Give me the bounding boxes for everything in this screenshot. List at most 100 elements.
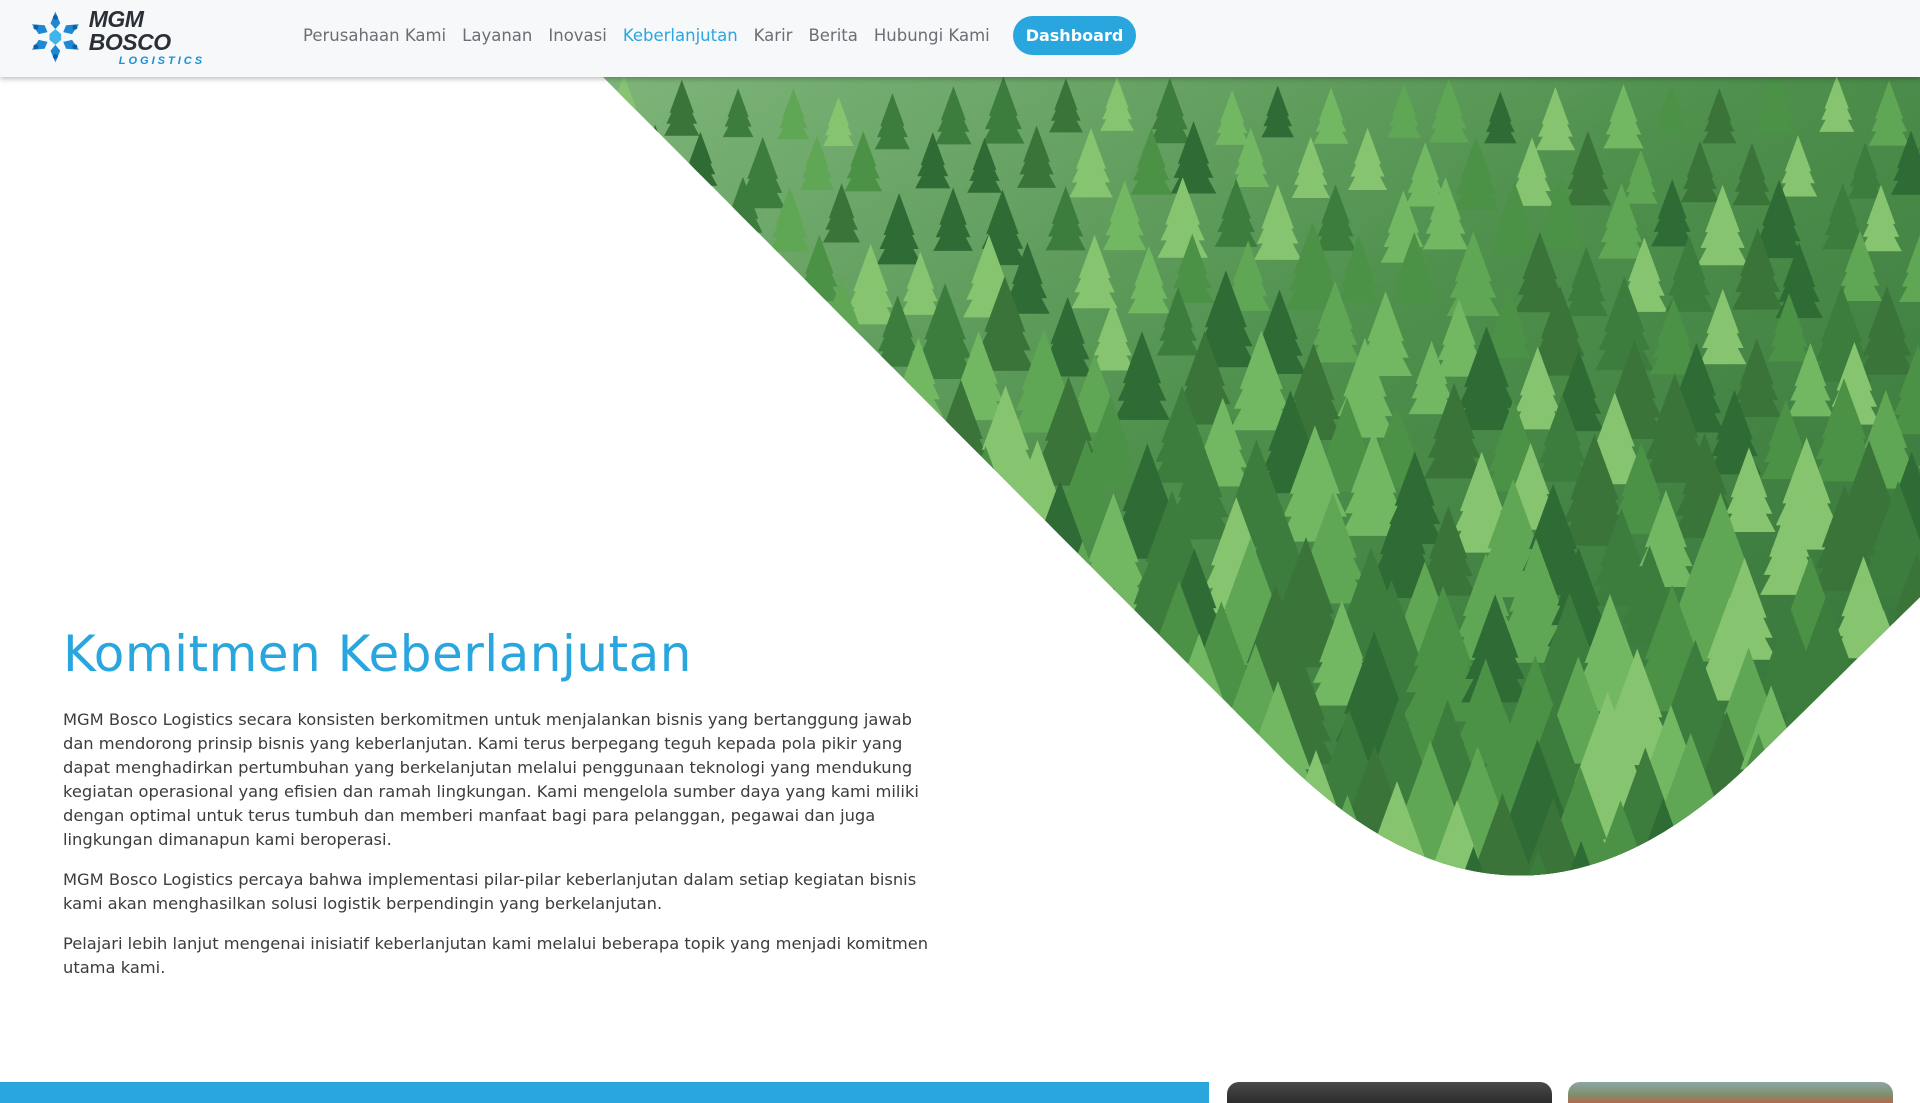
- tree-shape: [939, 752, 1015, 873]
- tree-shape: [617, 444, 676, 538]
- tree-shape: [683, 234, 734, 315]
- tree-shape: [1169, 768, 1248, 876]
- tree-shape: [603, 143, 606, 200]
- tree-shape: [1770, 757, 1854, 876]
- tree-shape: [1755, 857, 1851, 876]
- topic-card-image[interactable]: [1227, 1082, 1552, 1103]
- tree-shape: [1026, 687, 1123, 841]
- tree-shape: [1827, 749, 1908, 876]
- sustainability-intro: Komitmen Keberlanjutan MGM Bosco Logisti…: [63, 625, 943, 980]
- tree-shape: [1895, 789, 1920, 876]
- tree-shape: [649, 378, 717, 486]
- tree-shape: [782, 433, 851, 543]
- tree-shape: [1601, 866, 1685, 876]
- tree-shape: [717, 287, 768, 368]
- tree-shape: [541, 179, 587, 252]
- intro-paragraph-2: MGM Bosco Logistics percaya bahwa implem…: [63, 869, 917, 913]
- tree-shape: [612, 344, 674, 443]
- tree-shape: [1145, 843, 1246, 876]
- tree-shape: [1203, 848, 1311, 876]
- tree-shape: [834, 440, 909, 560]
- tree-shape: [1016, 804, 1109, 876]
- tree-shape: [1111, 645, 1196, 781]
- tree-shape: [1795, 802, 1892, 876]
- tree-shape: [1074, 789, 1169, 876]
- page-title: Komitmen Keberlanjutan: [63, 625, 692, 683]
- tree-shape: [809, 376, 878, 486]
- tree-shape: [966, 703, 1047, 831]
- nav-item-perusahaan-kami[interactable]: Perusahaan Kami: [303, 26, 446, 45]
- tree-shape: [1325, 840, 1428, 876]
- tree-shape: [1853, 846, 1920, 876]
- tree-shape: [693, 500, 758, 603]
- tree-shape: [1215, 757, 1294, 876]
- tree-shape: [1856, 701, 1920, 818]
- tree-shape: [1000, 558, 1065, 661]
- site-header: MGM BOSCO LOGISTICS Perusahaan Kami Laya…: [0, 0, 1920, 77]
- nav-item-keberlanjutan[interactable]: Keberlanjutan: [623, 26, 738, 45]
- tree-shape: [1000, 644, 1074, 762]
- tree-shape: [1058, 756, 1145, 876]
- tree-shape: [551, 77, 588, 134]
- tree-shape: [603, 339, 634, 436]
- tree-shape: [862, 481, 939, 602]
- brand-logo[interactable]: MGM BOSCO LOGISTICS: [28, 7, 228, 67]
- tree-shape: [526, 498, 595, 608]
- tree-shape: [1126, 700, 1209, 832]
- tree-shape: [603, 478, 658, 603]
- nav-item-inovasi[interactable]: Inovasi: [548, 26, 606, 45]
- tree-shape: [1266, 842, 1376, 876]
- main-nav: Perusahaan Kami Layanan Inovasi Keberlan…: [303, 0, 1006, 70]
- snowflake-logo-icon: [31, 11, 79, 63]
- tree-shape: [762, 400, 815, 483]
- tree-shape: [541, 290, 597, 379]
- tree-shape: [1086, 706, 1165, 830]
- tree-shape: [1060, 868, 1141, 876]
- tree-shape: [754, 285, 812, 376]
- tree-shape: [1057, 644, 1136, 769]
- tree-shape: [640, 492, 703, 591]
- tree-shape: [871, 398, 930, 492]
- tree-shape: [667, 187, 707, 250]
- tree-shape: [603, 242, 618, 310]
- tree-shape: [1022, 590, 1110, 729]
- dashboard-button[interactable]: Dashboard: [1013, 16, 1136, 55]
- tree-shape: [605, 292, 663, 383]
- tree-shape: [681, 440, 738, 530]
- tree-shape: [1649, 853, 1740, 876]
- tree-shape: [1236, 784, 1342, 876]
- tree-shape: [603, 444, 625, 548]
- tree-shape: [1877, 656, 1920, 779]
- tree-shape: [962, 820, 1041, 876]
- tree-shape: [1908, 696, 1920, 834]
- topic-card-image[interactable]: [1568, 1082, 1893, 1103]
- tree-shape: [949, 649, 1024, 768]
- tree-shape: [603, 182, 647, 262]
- section-band: [0, 1082, 1209, 1103]
- brand-tagline: LOGISTICS: [118, 54, 206, 67]
- tree-shape: [622, 238, 671, 315]
- tree-shape: [651, 298, 701, 378]
- tree-shape: [1815, 865, 1904, 876]
- tree-shape: [1143, 807, 1227, 876]
- tree-shape: [720, 431, 795, 550]
- tree-shape: [1913, 598, 1920, 730]
- tree-shape: [1876, 759, 1920, 876]
- nav-item-hubungi-kami[interactable]: Hubungi Kami: [874, 26, 990, 45]
- tree-shape: [1840, 785, 1920, 876]
- tree-shape: [785, 341, 835, 420]
- tree-shape: [989, 833, 1098, 876]
- tree-shape: [822, 500, 887, 604]
- tree-shape: [540, 397, 595, 485]
- tree-shape: [1726, 809, 1819, 876]
- tree-shape: [1100, 843, 1204, 876]
- tree-shape: [1370, 868, 1456, 876]
- nav-item-karir[interactable]: Karir: [754, 26, 793, 45]
- tree-shape: [1714, 869, 1797, 876]
- tree-shape: [1102, 757, 1192, 876]
- tree-shape: [931, 504, 998, 610]
- nav-item-layanan[interactable]: Layanan: [462, 26, 532, 45]
- intro-paragraph-3: Pelajari lebih lanjut mengenai inisiatif…: [63, 933, 929, 977]
- tree-shape: [945, 541, 1023, 665]
- nav-item-berita[interactable]: Berita: [808, 26, 857, 45]
